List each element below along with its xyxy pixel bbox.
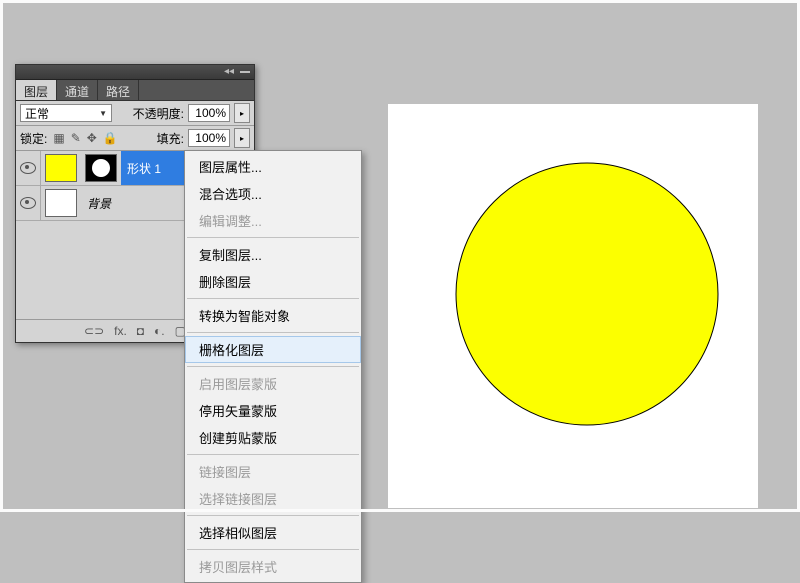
blend-mode-select[interactable]: 正常 ▼ <box>20 104 112 122</box>
fill-input[interactable]: 100% <box>188 129 230 147</box>
ctx-item: 编辑调整... <box>185 207 361 234</box>
document-canvas[interactable] <box>388 104 758 508</box>
lock-all-icon[interactable]: 🔒 <box>103 131 118 145</box>
blend-mode-value: 正常 <box>25 105 49 122</box>
panel-menu-lines-icon[interactable] <box>240 71 250 73</box>
opacity-input[interactable]: 100% <box>188 104 230 122</box>
fill-value: 100% <box>195 131 226 145</box>
tab-layers[interactable]: 图层 <box>16 80 57 100</box>
mask-icon[interactable]: ◘ <box>137 324 144 338</box>
opacity-label: 不透明度: <box>133 105 184 122</box>
ctx-separator <box>187 549 359 550</box>
ctx-separator <box>187 298 359 299</box>
tab-paths[interactable]: 路径 <box>98 80 139 100</box>
ctx-item: 启用图层蒙版 <box>185 370 361 397</box>
layer-thumb-mask[interactable] <box>85 154 117 182</box>
ctx-item[interactable]: 创建剪贴蒙版 <box>185 424 361 451</box>
panel-tabs: 图层 通道 路径 <box>16 80 254 101</box>
opacity-value: 100% <box>195 106 226 120</box>
adjustment-icon[interactable]: ◐. <box>154 324 165 338</box>
shape-circle[interactable] <box>456 163 718 425</box>
fill-label: 填充: <box>157 130 184 147</box>
lock-paint-icon[interactable]: ✎ <box>71 131 81 145</box>
ctx-item[interactable]: 选择相似图层 <box>185 519 361 546</box>
blend-opacity-row: 正常 ▼ 不透明度: 100% ▸ <box>16 101 254 126</box>
ctx-item[interactable]: 混合选项... <box>185 180 361 207</box>
ctx-item[interactable]: 转换为智能对象 <box>185 302 361 329</box>
fx-icon[interactable]: fx. <box>114 324 127 338</box>
lock-buttons: ▦ ✎ ✥ 🔒 <box>53 131 117 145</box>
ctx-separator <box>187 454 359 455</box>
ctx-item: 拷贝图层样式 <box>185 553 361 580</box>
layer-thumb[interactable] <box>45 189 77 217</box>
eye-icon <box>20 197 36 209</box>
tab-channels[interactable]: 通道 <box>57 80 98 100</box>
lock-fill-row: 锁定: ▦ ✎ ✥ 🔒 填充: 100% ▸ <box>16 126 254 151</box>
ctx-separator <box>187 515 359 516</box>
lock-position-icon[interactable]: ✥ <box>87 131 97 145</box>
panel-menu-icon[interactable]: ◂◂ <box>224 67 234 77</box>
link-layers-icon[interactable]: ⊂⊃ <box>84 324 104 338</box>
panel-header[interactable]: ◂◂ <box>16 65 254 80</box>
visibility-toggle[interactable] <box>16 151 41 185</box>
opacity-dropdown-icon[interactable]: ▸ <box>234 103 250 123</box>
lock-transparent-icon[interactable]: ▦ <box>53 131 64 145</box>
ctx-separator <box>187 366 359 367</box>
lock-label: 锁定: <box>20 130 47 147</box>
ctx-item[interactable]: 图层属性... <box>185 153 361 180</box>
ctx-separator <box>187 332 359 333</box>
ctx-item[interactable]: 栅格化图层 <box>185 336 361 363</box>
ctx-item: 选择链接图层 <box>185 485 361 512</box>
ctx-item[interactable]: 删除图层 <box>185 268 361 295</box>
ctx-item: 链接图层 <box>185 458 361 485</box>
layer-thumb-fill[interactable] <box>45 154 77 182</box>
fill-dropdown-icon[interactable]: ▸ <box>234 128 250 148</box>
visibility-toggle[interactable] <box>16 186 41 220</box>
ctx-item[interactable]: 停用矢量蒙版 <box>185 397 361 424</box>
chevron-down-icon: ▼ <box>99 109 107 118</box>
layer-context-menu: 图层属性...混合选项...编辑调整... 复制图层...删除图层转换为智能对象栅… <box>184 150 362 583</box>
eye-icon <box>20 162 36 174</box>
ctx-separator <box>187 237 359 238</box>
ctx-item[interactable]: 复制图层... <box>185 241 361 268</box>
